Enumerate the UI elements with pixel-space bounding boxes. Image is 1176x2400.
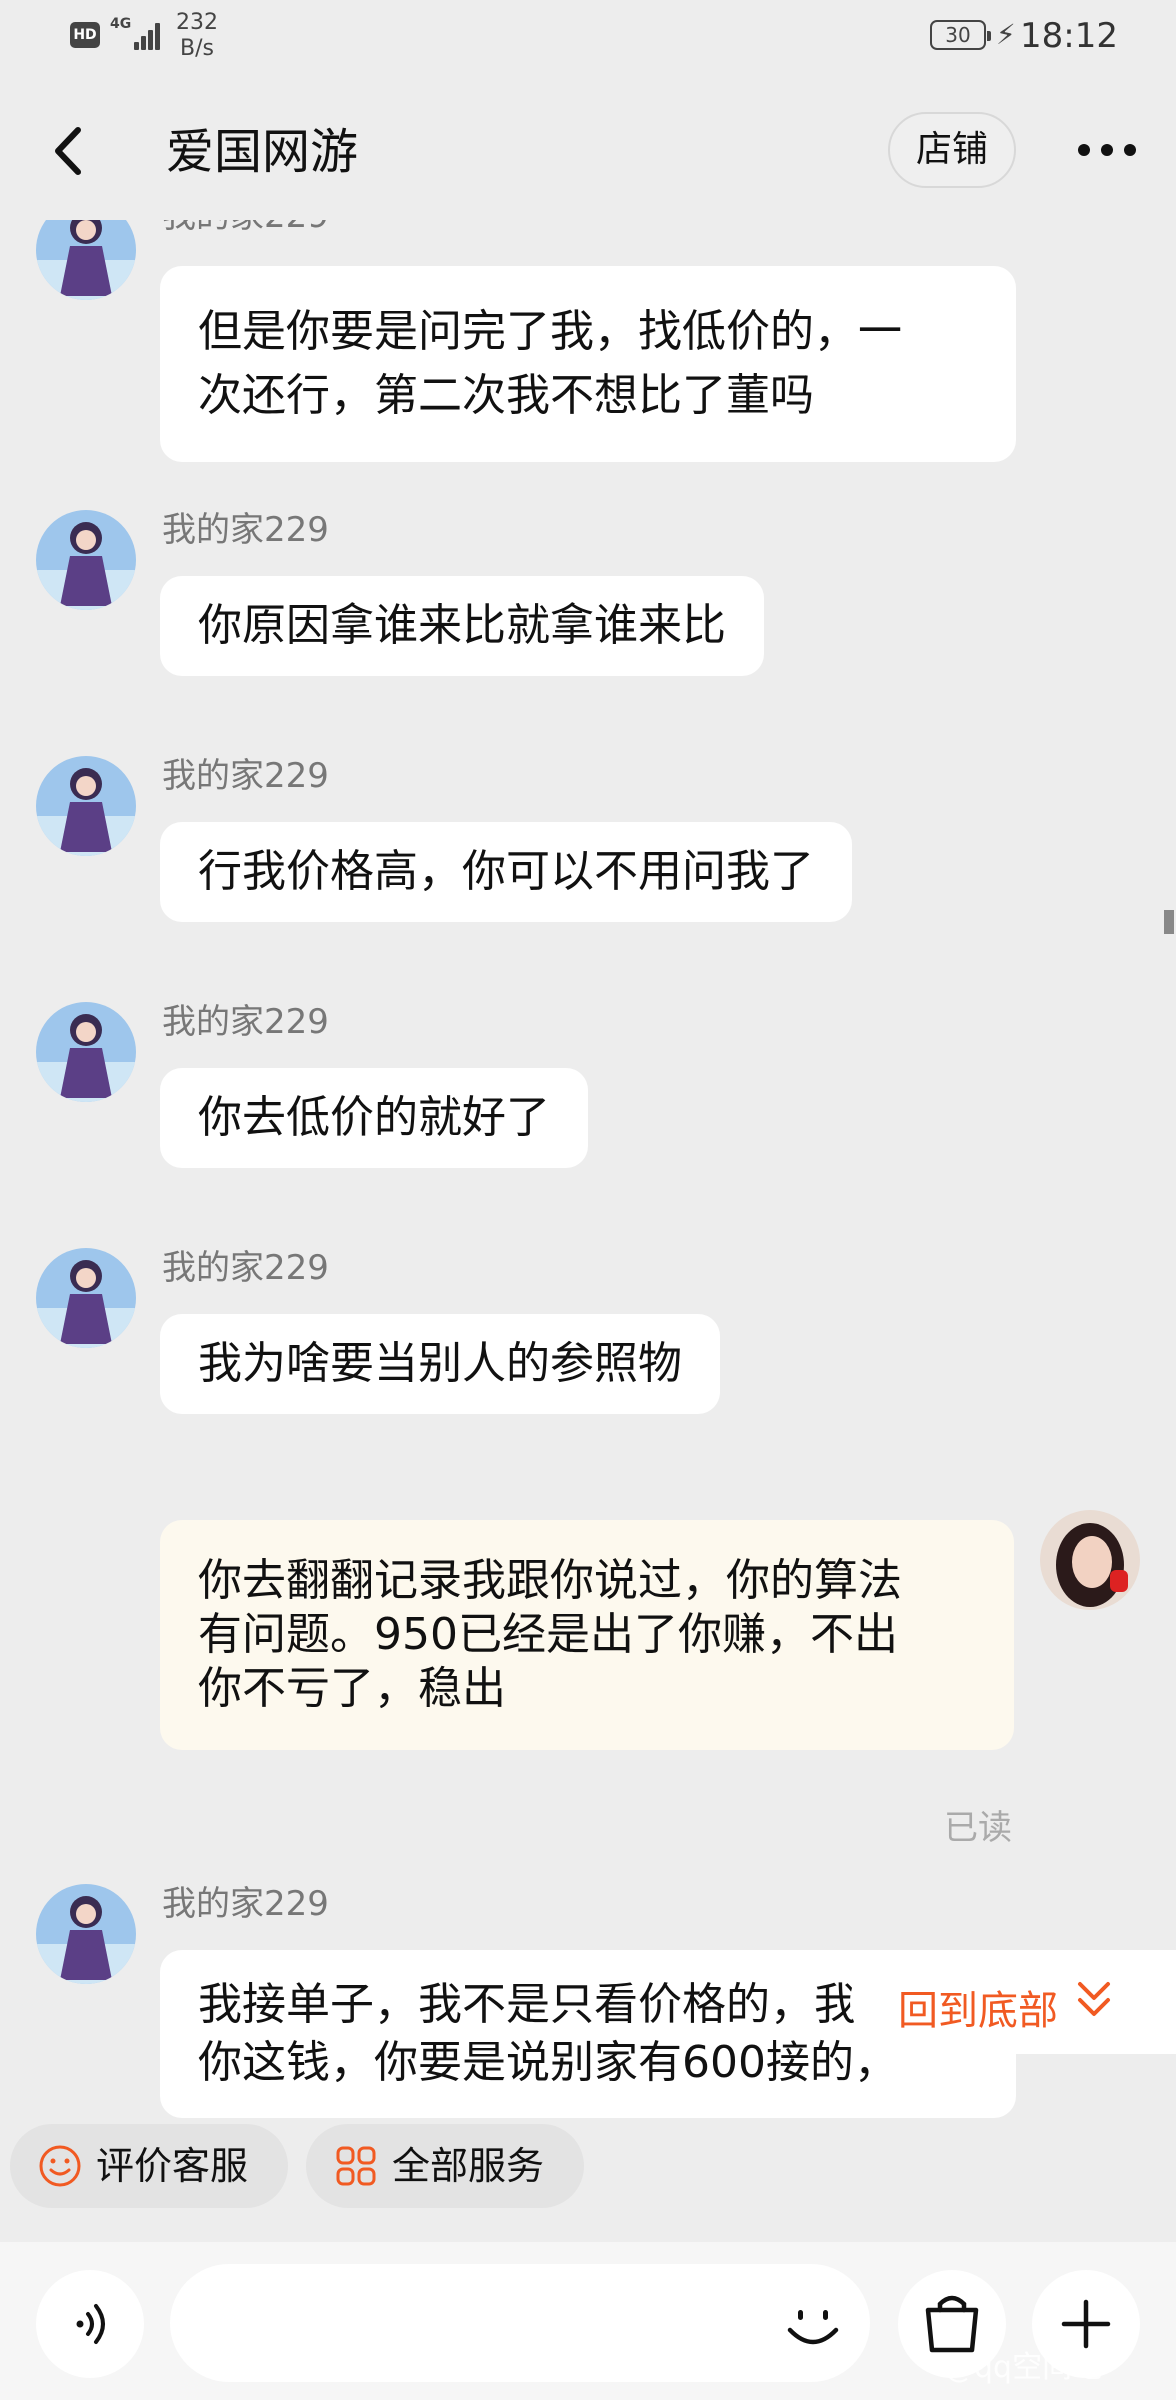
avatar-image	[36, 1002, 136, 1102]
voice-icon	[76, 2304, 105, 2344]
scroll-indicator[interactable]	[1164, 910, 1174, 934]
sender-name: 我的家229	[162, 1248, 329, 1288]
message-text: 次还行，第二次我不想比了董吗	[198, 370, 814, 421]
store-button[interactable]: 店铺	[888, 112, 1016, 188]
all-services-button[interactable]: 全部服务	[306, 2124, 584, 2208]
message-text: 但是你要是问完了我，找低价的，一	[198, 306, 902, 357]
more-dots-icon	[1078, 144, 1136, 156]
message-text: 有问题。950已经是出了你赚，不出	[198, 1609, 898, 1660]
avatar-image	[36, 756, 136, 856]
chat-list[interactable]: 我的家229 但是你要是问完了我，找低价的，一 次还行，第二次我不想比了董吗 我…	[0, 220, 1176, 2120]
chat-header: 爱国网游 店铺	[0, 80, 1176, 220]
charging-icon: ⚡	[996, 18, 1016, 51]
battery-level: 30	[945, 23, 971, 47]
emoji-icon	[787, 2310, 839, 2345]
back-button[interactable]	[40, 116, 100, 186]
avatar-image	[36, 220, 136, 300]
double-chevron-down-icon	[1078, 1982, 1110, 2016]
chevron-left-icon	[55, 127, 81, 175]
avatar-image	[1040, 1510, 1140, 1610]
input-bar: @qq空间吧	[0, 2242, 1176, 2400]
rate-service-button[interactable]: 评价客服	[10, 2124, 288, 2208]
rate-service-label: 评价客服	[96, 2144, 249, 2188]
message-bubble[interactable]: 你原因拿谁来比就拿谁来比	[160, 576, 764, 676]
network-speed-value: 232	[176, 10, 218, 35]
message-input[interactable]	[170, 2264, 870, 2382]
message-bubble[interactable]: 但是你要是问完了我，找低价的，一 次还行，第二次我不想比了董吗	[160, 266, 1016, 462]
sender-name: 我的家229	[162, 1884, 329, 1924]
sender-name: 我的家229	[162, 1002, 329, 1042]
avatar-image	[36, 510, 136, 610]
message-text: 你去翻翻记录我跟你说过，你的算法	[198, 1555, 902, 1606]
message-text: 你这钱，你要是说别家有600接的，	[198, 2037, 898, 2088]
message-text: 你不亏了，稳出	[198, 1663, 506, 1714]
message-bubble[interactable]: 你去低价的就好了	[160, 1068, 588, 1168]
hd-indicator: HD	[70, 22, 100, 48]
avatar-image	[36, 1884, 136, 1984]
back-to-bottom-label: 回到底部	[898, 1988, 1058, 2034]
smiley-icon	[39, 2145, 81, 2187]
avatar[interactable]	[36, 220, 136, 300]
battery-icon: 30	[930, 20, 991, 50]
clock: 18:12	[1020, 16, 1118, 56]
sender-name: 我的家229	[162, 510, 329, 550]
avatar[interactable]	[36, 756, 136, 856]
chat-title: 爱国网游	[166, 124, 359, 180]
all-services-label: 全部服务	[392, 2144, 545, 2188]
voice-button[interactable]	[36, 2270, 144, 2378]
watermark: @qq空间吧	[944, 2350, 1103, 2385]
status-bar: HD 4G 232 B/s 30 ⚡ 18:12	[0, 0, 1176, 80]
sender-name: 我的家229	[162, 756, 329, 796]
message-bubble[interactable]: 你去翻翻记录我跟你说过，你的算法 有问题。950已经是出了你赚，不出 你不亏了，…	[160, 1520, 1014, 1750]
read-status: 已读	[944, 1808, 1012, 1848]
avatar[interactable]	[36, 1248, 136, 1348]
avatar-image	[36, 1248, 136, 1348]
message-bubble[interactable]: 我为啥要当别人的参照物	[160, 1314, 720, 1414]
back-to-bottom-button[interactable]: 回到底部	[850, 1950, 1176, 2054]
message-bubble[interactable]: 行我价格高，你可以不用问我了	[160, 822, 852, 922]
emoji-button[interactable]	[780, 2292, 846, 2358]
sender-name: 我的家229	[162, 220, 329, 236]
more-options-button[interactable]	[1072, 130, 1142, 170]
my-avatar[interactable]	[1040, 1510, 1140, 1610]
network-speed-unit: B/s	[180, 36, 214, 61]
grid-icon	[336, 2146, 376, 2186]
signal-icon	[128, 20, 164, 50]
avatar[interactable]	[36, 1884, 136, 1984]
avatar[interactable]	[36, 510, 136, 610]
avatar[interactable]	[36, 1002, 136, 1102]
network-speed: 232 B/s	[176, 10, 218, 62]
